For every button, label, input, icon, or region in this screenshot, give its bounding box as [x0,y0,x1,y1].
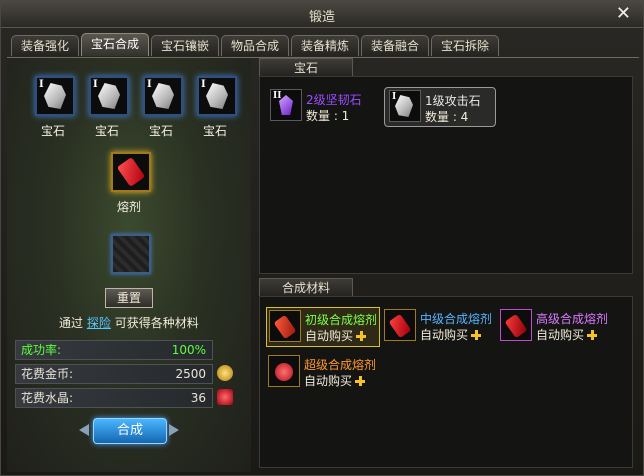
tab-equip-refine[interactable]: 装备精炼 [291,35,359,56]
gold-coin-icon [217,365,233,381]
tab-gem-remove[interactable]: 宝石拆除 [431,35,499,56]
plus-icon[interactable] [587,330,598,340]
adventure-link[interactable]: 探险 [87,316,111,330]
tab-gem-inlay[interactable]: 宝石镶嵌 [151,35,219,56]
gem-list-item[interactable]: II 2级坚韧石 数量 : 1 [266,87,376,125]
tab-equip-fusion[interactable]: 装备融合 [361,35,429,56]
material-hint: 通过 探险 可获得各种材料 [59,314,199,331]
flux-bottle-icon [116,157,146,187]
material-name: 高级合成熔剂 [536,312,609,326]
crystal-cost-value: 36 [190,391,206,405]
gold-cost-row: 花费金币: 2500 [15,364,213,384]
gem-item-qty: 数量 : 4 [425,110,469,124]
synthesize-button[interactable]: 合成 [93,418,167,444]
title-bar: 锻造 ✕ [1,1,643,28]
auto-buy-label: 自动购买 [420,326,482,343]
gem-item-grade: I [392,92,397,102]
gem-slot-2[interactable]: I [89,76,129,116]
success-rate-value: 100% [171,343,206,357]
flux-bottle-icon [273,314,297,340]
auto-buy-label: 自动购买 [305,327,367,344]
material-slot [500,309,532,341]
gem-slot-1-label: 宝石 [40,124,65,138]
tab-gem-synthesis[interactable]: 宝石合成 [81,33,149,56]
material-name: 初级合成熔剂 [305,313,378,327]
gem-slot-1[interactable]: I [35,76,75,116]
material-name: 中级合成熔剂 [420,312,493,326]
forge-window: 锻造 ✕ 装备强化 宝石合成 宝石镶嵌 物品合成 装备精炼 装备融合 宝石拆除 … [0,0,644,476]
material-slot [268,355,300,387]
gem-icon [98,83,120,109]
flux-slot[interactable] [111,152,151,192]
right-arrow-icon [169,424,179,436]
gem-icon [206,83,228,109]
gem-grade: I [39,79,44,90]
material-slot [384,309,416,341]
gem-slot-4-label: 宝石 [202,124,227,138]
gold-cost-value: 2500 [175,367,206,381]
hint-prefix: 通过 [59,316,84,330]
reset-button[interactable]: 重置 [105,288,153,308]
success-rate-label: 成功率: [21,343,62,357]
tab-item-synthesis[interactable]: 物品合成 [221,35,289,56]
material-item-intermediate[interactable]: 中级合成熔剂 自动购买 [382,307,494,345]
gem-section-title: 宝石 [259,58,353,77]
crystal-cost-row: 花费水晶: 36 [15,388,213,408]
white-gem-icon [395,95,413,117]
material-item-advanced[interactable]: 高级合成熔剂 自动购买 [498,307,610,345]
plus-icon[interactable] [355,376,366,386]
window-title: 锻造 [308,10,335,25]
left-arrow-icon [79,424,89,436]
gem-slot-2-label: 宝石 [94,124,119,138]
close-icon[interactable]: ✕ [616,3,631,24]
gem-list-item-selected[interactable]: I 1级攻击石 数量 : 4 [384,87,496,127]
flux-orb-icon [275,363,293,381]
gem-grade: I [201,79,206,90]
materials-section-title: 合成材料 [259,278,353,297]
gem-icon [44,83,66,109]
gem-slot-3-label: 宝石 [148,124,173,138]
plus-icon[interactable] [471,330,482,340]
material-item-basic[interactable]: 初级合成熔剂 自动购买 [266,307,380,347]
gold-cost-label: 花费金币: [21,367,74,381]
crystal-icon [217,389,233,405]
hint-suffix: 可获得各种材料 [114,316,199,330]
material-item-super[interactable]: 超级合成熔剂 自动购买 [266,353,378,391]
content-area: I I I I 宝石 宝石 宝石 宝石 熔剂 重置 通过 探险 可获得各种材料 … [7,57,639,472]
gem-item-slot: I [389,90,421,122]
gem-icon [152,83,174,109]
crystal-cost-label: 花费水晶: [21,391,74,405]
result-slot[interactable] [111,234,151,274]
success-rate-row: 成功率: 100% [15,340,213,360]
gem-grade: I [93,79,98,90]
flux-bottle-icon [504,313,528,339]
gem-slot-4[interactable]: I [197,76,237,116]
auto-buy-label: 自动购买 [536,326,598,343]
gem-item-name: 1级攻击石 [425,94,481,108]
plus-icon[interactable] [356,331,367,341]
flux-label: 熔剂 [116,200,141,214]
flux-bottle-icon [388,313,412,339]
tab-equip-enhance[interactable]: 装备强化 [11,35,79,56]
material-name: 超级合成熔剂 [304,358,377,372]
auto-buy-label: 自动购买 [304,372,366,389]
gem-item-name: 2级坚韧石 [306,93,362,107]
gem-item-slot: II [270,89,302,121]
gem-grade: I [147,79,152,90]
gem-item-grade: II [273,91,282,101]
gem-slot-3[interactable]: I [143,76,183,116]
gem-list-panel: II 2级坚韧石 数量 : 1 I 1级攻击石 数量 : 4 [259,76,633,274]
material-slot [269,310,301,342]
synthesis-panel: I I I I 宝石 宝石 宝石 宝石 熔剂 重置 通过 探险 可获得各种材料 … [7,58,251,472]
materials-panel: 初级合成熔剂 自动购买 中级合成熔剂 自动购买 高级合成熔剂 自动购买 超级合成… [259,296,633,468]
gem-item-qty: 数量 : 1 [306,109,350,123]
